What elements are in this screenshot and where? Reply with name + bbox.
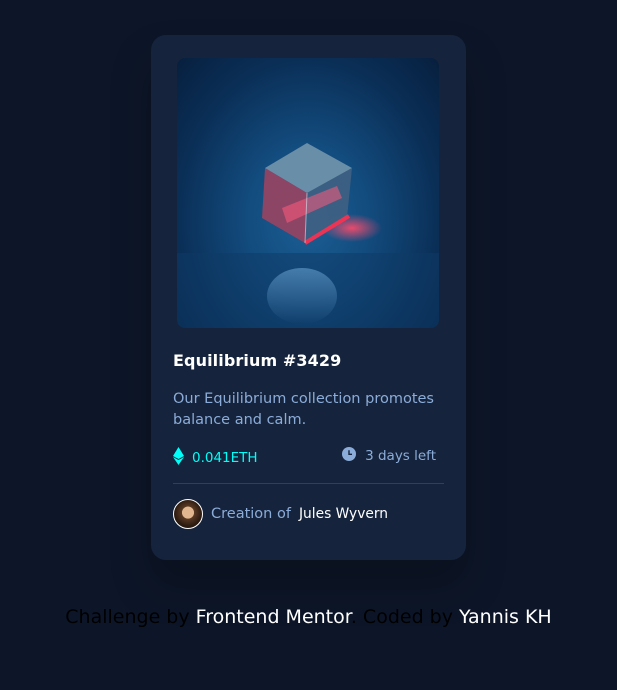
creator-avatar	[173, 499, 203, 529]
card-title[interactable]: Equilibrium #3429	[173, 351, 341, 370]
time-left: 3 days left	[365, 448, 436, 464]
author-link[interactable]: Yannis KH	[459, 606, 552, 628]
card-description: Our Equilibrium collection promotes bala…	[173, 391, 434, 428]
creator-label: Creation of	[211, 506, 291, 522]
price-value: 0.041ETH	[192, 450, 258, 466]
crystal-cube-image	[177, 143, 439, 328]
clock-icon	[342, 447, 357, 465]
attribution-separator: .	[350, 606, 357, 628]
ethereum-icon	[173, 447, 184, 469]
frontend-mentor-link[interactable]: Frontend Mentor	[196, 606, 351, 628]
time-info: 3 days left	[342, 447, 436, 465]
nft-image[interactable]	[177, 58, 439, 328]
creator-name[interactable]: Jules Wyvern	[299, 506, 388, 522]
attribution: Challenge by Frontend Mentor. Coded by Y…	[0, 606, 617, 628]
coded-by-label: Coded by	[362, 606, 453, 628]
divider	[173, 483, 444, 484]
challenge-by-label: Challenge by	[65, 606, 190, 628]
creator-info: Creation of Jules Wyvern	[173, 499, 388, 529]
nft-card: Equilibrium #3429 Our Equilibrium collec…	[151, 35, 466, 560]
price-info: 0.041ETH	[173, 447, 258, 469]
